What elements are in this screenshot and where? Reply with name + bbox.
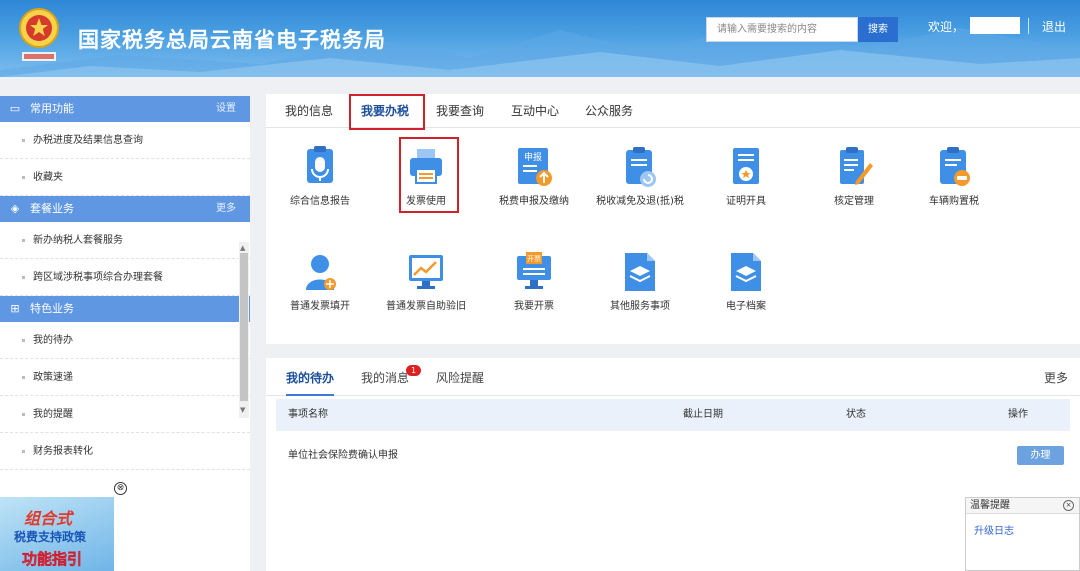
welcome-text: 欢迎， bbox=[928, 20, 965, 34]
tab-my-todo[interactable]: 我的待办 bbox=[286, 358, 335, 396]
sidebar-item-reminder[interactable]: 我的提醒 bbox=[0, 396, 250, 433]
todo-tabbar: 我的待办 我的消息 1 风险提醒 更多 bbox=[266, 358, 1080, 396]
service-issue-invoice[interactable]: 开票 我要开票 bbox=[488, 250, 580, 314]
tab-risk-alerts[interactable]: 风险提醒 bbox=[436, 358, 484, 396]
sidebar-section-title: 常用功能 bbox=[30, 102, 74, 115]
service-normal-invoice-issue[interactable]: 普通发票填开 bbox=[274, 250, 366, 314]
stack-icon: ◈ bbox=[10, 202, 20, 215]
promo-line-2: 税费支持政策 bbox=[14, 530, 87, 544]
tax-emblem-logo bbox=[19, 8, 59, 61]
col-deadline: 截止日期 bbox=[683, 409, 723, 420]
service-declare-pay[interactable]: 申报 税费申报及缴纳 bbox=[488, 145, 580, 209]
sidebar-scrollbar[interactable]: ▲ ▼ bbox=[239, 242, 249, 418]
col-status: 状态 bbox=[846, 409, 866, 420]
service-label: 普通发票填开 bbox=[290, 301, 350, 312]
promo-close-icon[interactable]: ⊗ bbox=[114, 482, 127, 495]
sidebar-item-report-convert[interactable]: 财务报表转化 bbox=[0, 433, 250, 470]
service-tax-reduction[interactable]: 税收减免及退(抵)税 bbox=[594, 145, 686, 209]
service-label: 普通发票自助验旧 bbox=[386, 301, 466, 312]
scroll-thumb[interactable] bbox=[240, 253, 248, 401]
search-button[interactable]: 搜索 bbox=[858, 17, 898, 42]
tips-title: 温馨提醒 bbox=[970, 500, 1010, 511]
tab-highlight-box bbox=[349, 94, 425, 130]
declare-icon-text: 申报 bbox=[524, 151, 542, 163]
layers-doc-icon bbox=[625, 253, 655, 291]
promo-line-1: 组合式 bbox=[24, 509, 73, 528]
handle-button[interactable]: 办理 bbox=[1017, 446, 1064, 465]
more-link[interactable]: 更多 bbox=[216, 196, 236, 222]
service-label: 车辆购置税 bbox=[929, 196, 979, 207]
promo-banner[interactable]: 组合式 税费支持政策 功能指引 bbox=[0, 497, 114, 571]
tips-header: 温馨提醒 × bbox=[966, 498, 1079, 514]
service-comprehensive-report[interactable]: 综合信息报告 bbox=[274, 145, 366, 209]
service-other[interactable]: 其他服务事项 bbox=[594, 250, 686, 314]
window-icon: ▭ bbox=[9, 102, 21, 115]
sidebar-section-title: 特色业务 bbox=[30, 302, 74, 315]
service-label: 其他服务事项 bbox=[610, 301, 670, 312]
todo-panel: 我的待办 我的消息 1 风险提醒 更多 事项名称 截止日期 状态 操作 单位社会… bbox=[266, 358, 1080, 571]
person-scale-icon bbox=[306, 255, 336, 290]
tab-interaction[interactable]: 互动中心 bbox=[511, 94, 559, 128]
service-label: 证明开具 bbox=[726, 196, 766, 207]
sidebar-item-new-taxpayer[interactable]: 新办纳税人套餐服务 bbox=[0, 222, 250, 259]
sidebar-item-progress-query[interactable]: 办税进度及结果信息查询 bbox=[0, 122, 250, 159]
sidebar-section-special[interactable]: ⊞ 特色业务 bbox=[0, 296, 250, 322]
service-invoice-verify[interactable]: 普通发票自助验旧 bbox=[380, 250, 472, 314]
service-label: 电子档案 bbox=[726, 301, 766, 312]
sidebar-item-cross-region[interactable]: 跨区域涉税事项综合办理套餐 bbox=[0, 259, 250, 296]
edit-doc-icon bbox=[840, 147, 873, 185]
col-item-name: 事项名称 bbox=[288, 409, 328, 420]
report-mic-icon bbox=[307, 146, 333, 183]
tab-public-service[interactable]: 公众服务 bbox=[585, 94, 633, 128]
message-count-badge: 1 bbox=[406, 365, 421, 376]
service-assessment[interactable]: 核定管理 bbox=[808, 145, 900, 209]
sidebar-item-policy[interactable]: 政策速递 bbox=[0, 359, 250, 396]
clipboard-refund-icon bbox=[626, 147, 656, 187]
site-title: 国家税务总局云南省电子税务局 bbox=[78, 28, 386, 52]
scroll-down-icon[interactable]: ▼ bbox=[240, 406, 245, 414]
header-divider bbox=[1028, 18, 1029, 34]
sidebar-item-favorites[interactable]: 收藏夹 bbox=[0, 159, 250, 196]
username-box[interactable] bbox=[970, 17, 1020, 34]
service-label: 税费申报及缴纳 bbox=[499, 196, 569, 207]
service-label: 税收减免及退(抵)税 bbox=[596, 196, 684, 207]
service-highlight-box bbox=[399, 137, 459, 213]
promo-line-3: 功能指引 bbox=[22, 550, 83, 569]
search-input[interactable]: 请输入需要搜索的内容 bbox=[706, 17, 858, 42]
service-certificate[interactable]: 证明开具 bbox=[700, 145, 792, 209]
grid-icon: ⊞ bbox=[10, 302, 20, 315]
upgrade-log-link[interactable]: 升级日志 bbox=[966, 514, 1079, 537]
tips-popup: 温馨提醒 × 升级日志 bbox=[965, 497, 1080, 571]
service-label: 我要开票 bbox=[514, 301, 554, 312]
declare-upload-icon: 申报 bbox=[518, 148, 552, 186]
sidebar-item-todo[interactable]: 我的待办 bbox=[0, 322, 250, 359]
service-vehicle-tax[interactable]: 车辆购置税 bbox=[908, 145, 1000, 209]
tab-my-info[interactable]: 我的信息 bbox=[285, 94, 333, 128]
tab-my-messages[interactable]: 我的消息 bbox=[361, 358, 409, 396]
col-action: 操作 bbox=[1008, 409, 1028, 420]
header-banner: 国家税务总局云南省电子税务局 请输入需要搜索的内容 搜索 欢迎， 退出 bbox=[0, 0, 1080, 77]
invoice-screen-icon: 开票 bbox=[517, 252, 551, 289]
sidebar-section-title: 套餐业务 bbox=[30, 202, 74, 215]
archive-doc-icon bbox=[731, 253, 761, 291]
row-item-name: 单位社会保险费确认申报 bbox=[288, 450, 398, 461]
sidebar-section-common[interactable]: ▭ 常用功能 设置 bbox=[0, 96, 250, 122]
logout-link[interactable]: 退出 bbox=[1042, 18, 1066, 35]
service-label: 综合信息报告 bbox=[290, 196, 350, 207]
sidebar-section-packages[interactable]: ◈ 套餐业务 更多 bbox=[0, 196, 250, 222]
service-label: 核定管理 bbox=[834, 196, 874, 207]
table-header: 事项名称 截止日期 状态 操作 bbox=[276, 399, 1070, 431]
tab-query[interactable]: 我要查询 bbox=[436, 94, 484, 128]
scroll-up-icon[interactable]: ▲ bbox=[240, 244, 245, 252]
service-e-archive[interactable]: 电子档案 bbox=[700, 250, 792, 314]
tips-close-icon[interactable]: × bbox=[1063, 500, 1074, 511]
settings-link[interactable]: 设置 bbox=[216, 96, 236, 122]
invoice-icon-text: 开票 bbox=[527, 255, 541, 263]
monitor-chart-icon bbox=[409, 255, 443, 289]
certificate-icon bbox=[733, 148, 759, 184]
clipboard-car-icon bbox=[940, 147, 970, 186]
todo-more-link[interactable]: 更多 bbox=[1044, 358, 1068, 398]
table-row: 单位社会保险费确认申报 办理 bbox=[276, 440, 1070, 472]
